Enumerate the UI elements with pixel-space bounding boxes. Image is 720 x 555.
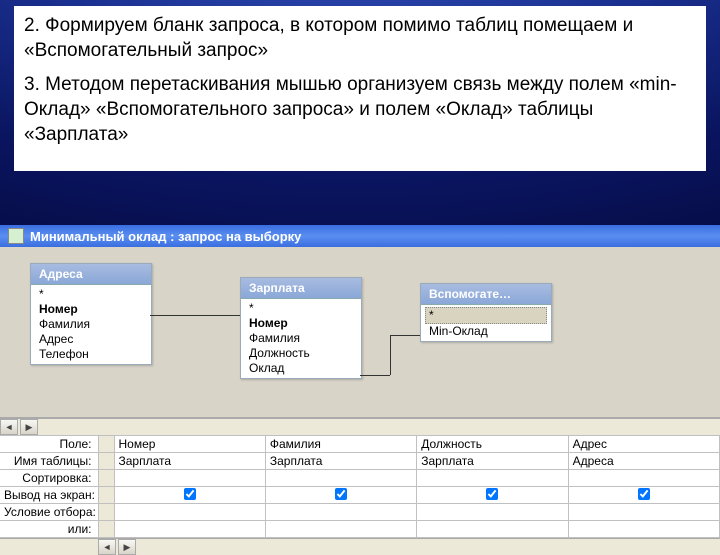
show-checkbox[interactable] xyxy=(568,487,719,504)
window-title: Минимальный оклад : запрос на выборку xyxy=(30,229,301,244)
cell[interactable] xyxy=(114,504,265,521)
table-header[interactable]: Адреса xyxy=(31,264,151,285)
slide-text: 2. Формируем бланк запроса, в котором по… xyxy=(14,6,706,171)
cell[interactable] xyxy=(568,470,719,487)
cell[interactable] xyxy=(265,504,416,521)
field[interactable]: Оклад xyxy=(241,361,361,376)
diagram-scrollbar[interactable]: ◄▶ xyxy=(0,418,720,435)
cell[interactable]: Должность xyxy=(417,436,568,453)
scroll-right-icon[interactable]: ▶ xyxy=(20,419,38,435)
cell[interactable] xyxy=(417,504,568,521)
join-line[interactable] xyxy=(150,315,240,316)
table-header[interactable]: Зарплата xyxy=(241,278,361,299)
cell[interactable] xyxy=(568,521,719,538)
scroll-left-icon[interactable]: ◄ xyxy=(0,419,18,435)
query-icon xyxy=(8,228,24,244)
join-line[interactable] xyxy=(360,375,390,376)
field[interactable]: * xyxy=(31,287,151,302)
show-checkbox[interactable] xyxy=(417,487,568,504)
grid-label: Поле: xyxy=(0,436,98,453)
table-salary[interactable]: Зарплата *НомерФамилияДолжностьОклад xyxy=(240,277,362,379)
para-2: 2. Формируем бланк запроса, в котором по… xyxy=(24,14,696,63)
field[interactable]: Фамилия xyxy=(241,331,361,346)
para-3: 3. Методом перетаскивания мышью организу… xyxy=(24,73,696,147)
grid-label: Сортировка: xyxy=(0,470,98,487)
cell[interactable]: Зарплата xyxy=(114,453,265,470)
grid-label: Имя таблицы: xyxy=(0,453,98,470)
scroll-left-icon[interactable]: ◄ xyxy=(98,539,116,555)
cell[interactable] xyxy=(417,470,568,487)
join-line[interactable] xyxy=(390,335,391,375)
field[interactable]: Min-Оклад xyxy=(421,324,551,339)
scroll-right-icon[interactable]: ▶ xyxy=(118,539,136,555)
relationship-pane[interactable]: Адреса *НомерФамилияАдресТелефон Зарплат… xyxy=(0,247,720,418)
cell[interactable] xyxy=(417,521,568,538)
cell[interactable]: Адреса xyxy=(568,453,719,470)
grid-label: Условие отбора: xyxy=(0,504,98,521)
table-addresses[interactable]: Адреса *НомерФамилияАдресТелефон xyxy=(30,263,152,365)
field[interactable]: Адрес xyxy=(31,332,151,347)
grid-scrollbar[interactable]: ◄▶ xyxy=(0,538,720,555)
field[interactable]: Фамилия xyxy=(31,317,151,332)
grid-label: Вывод на экран: xyxy=(0,487,98,504)
field[interactable]: Номер xyxy=(241,316,361,331)
cell[interactable] xyxy=(568,504,719,521)
cell[interactable]: Фамилия xyxy=(265,436,416,453)
window-titlebar[interactable]: Минимальный оклад : запрос на выборку xyxy=(0,225,720,247)
cell[interactable]: Зарплата xyxy=(265,453,416,470)
cell[interactable] xyxy=(114,521,265,538)
table-aux[interactable]: Вспомогате… *Min-Оклад xyxy=(420,283,552,342)
cell[interactable] xyxy=(265,470,416,487)
cell[interactable] xyxy=(265,521,416,538)
join-line[interactable] xyxy=(390,335,420,336)
field[interactable]: * xyxy=(241,301,361,316)
show-checkbox[interactable] xyxy=(265,487,416,504)
query-design-window: Минимальный оклад : запрос на выборку Ад… xyxy=(0,225,720,540)
cell[interactable] xyxy=(114,470,265,487)
field[interactable]: Телефон xyxy=(31,347,151,362)
grid-label: или: xyxy=(0,521,98,538)
query-grid: Поле: НомерФамилияДолжностьАдрес Имя табл… xyxy=(0,435,720,555)
cell[interactable]: Адрес xyxy=(568,436,719,453)
cell[interactable]: Номер xyxy=(114,436,265,453)
field[interactable]: Должность xyxy=(241,346,361,361)
field[interactable]: * xyxy=(425,307,547,324)
cell[interactable]: Зарплата xyxy=(417,453,568,470)
table-header[interactable]: Вспомогате… xyxy=(421,284,551,305)
field[interactable]: Номер xyxy=(31,302,151,317)
show-checkbox[interactable] xyxy=(114,487,265,504)
